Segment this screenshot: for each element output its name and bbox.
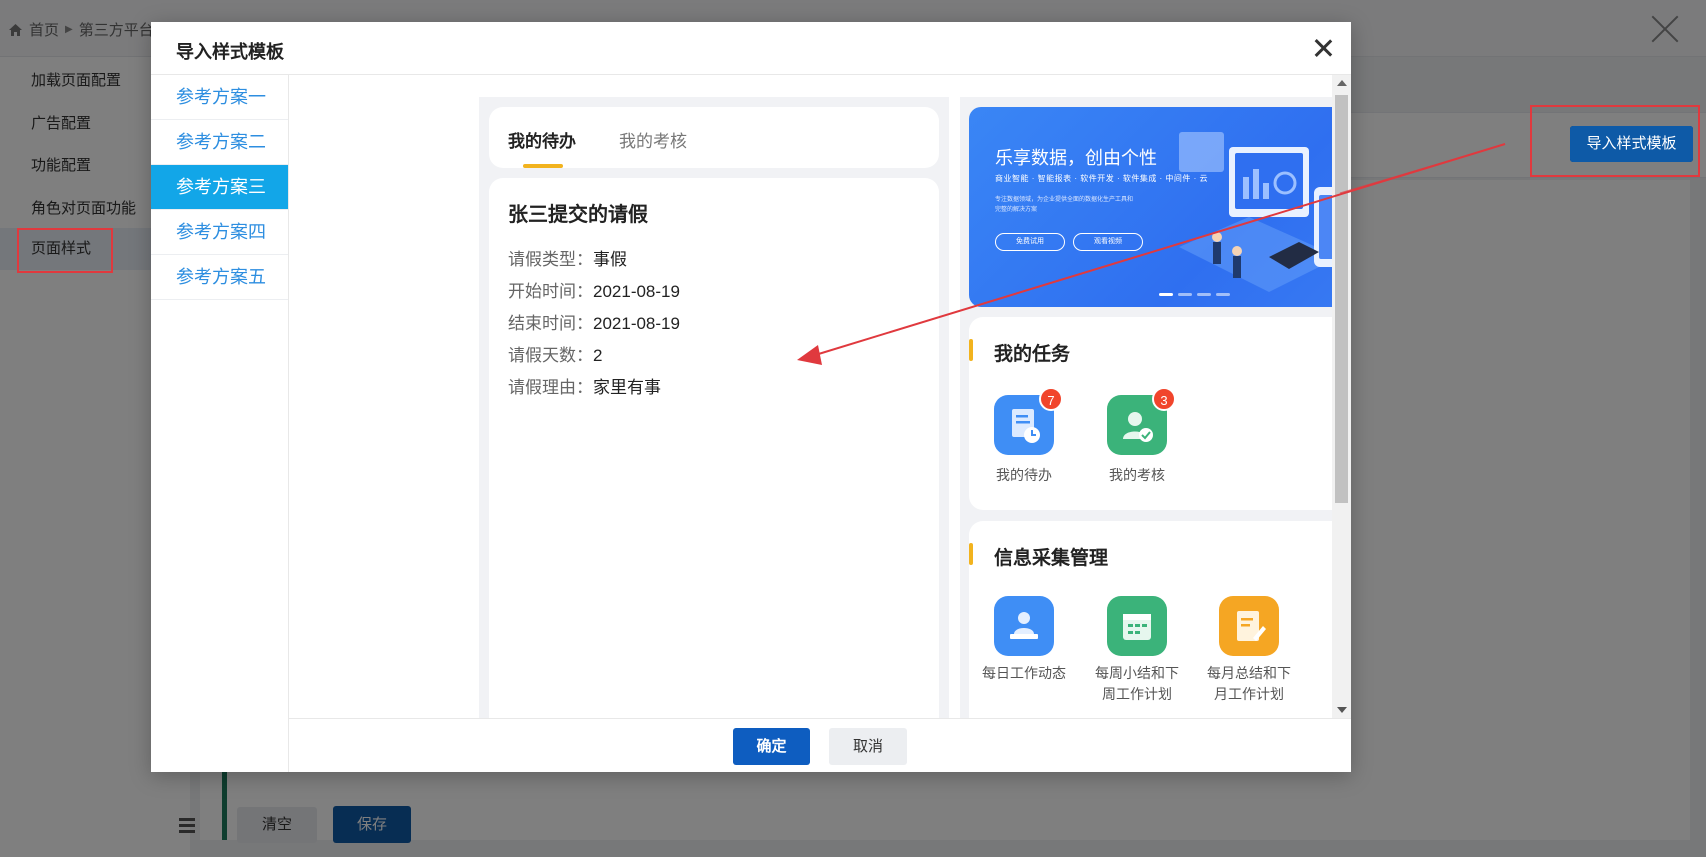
annotation-arrow: [797, 143, 1506, 365]
